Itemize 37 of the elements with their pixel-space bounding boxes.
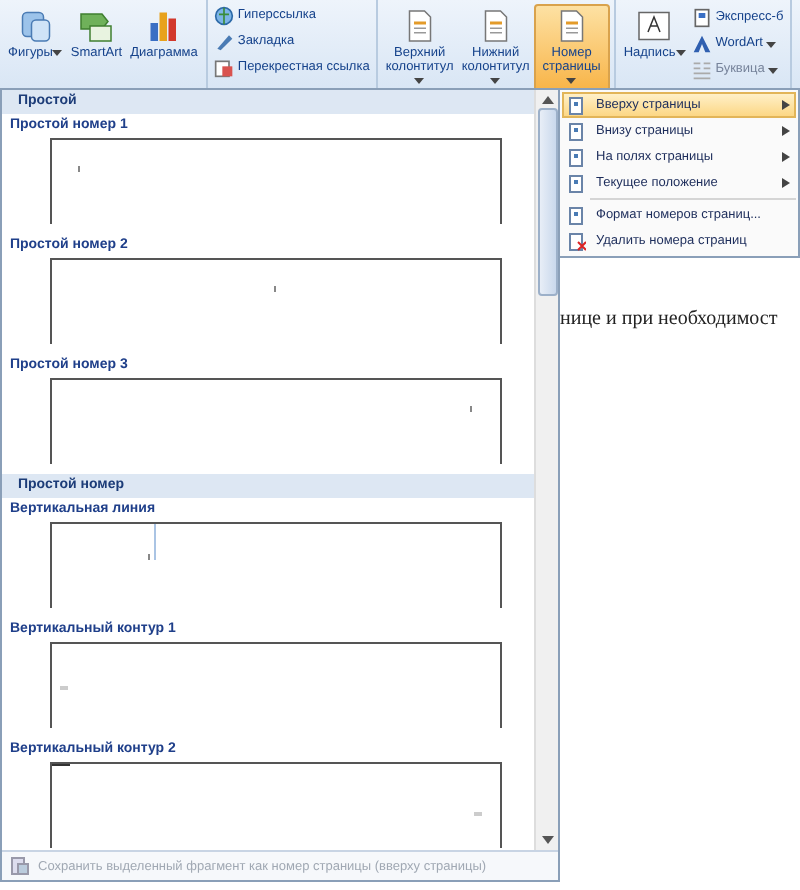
page-icon	[10, 856, 30, 876]
caret-icon	[768, 67, 779, 73]
diagram-icon	[78, 8, 115, 44]
submenu-arrow-icon	[782, 126, 790, 136]
page-icon	[568, 95, 586, 115]
document-icon	[691, 8, 712, 28]
shapes-icon	[17, 8, 54, 44]
page-icon	[568, 147, 586, 167]
submenu-arrow-icon	[782, 152, 790, 162]
page-icon	[568, 121, 586, 141]
globe-icon	[213, 6, 234, 26]
page-number-mark	[274, 286, 276, 292]
letter-icon	[691, 34, 712, 54]
document-icon	[213, 58, 234, 78]
page-icon	[568, 205, 586, 225]
page-number-mark	[148, 554, 150, 560]
submenu-arrow-icon	[782, 100, 790, 110]
submenu-arrow-icon	[782, 178, 790, 188]
vertical-line	[154, 524, 156, 560]
bar-chart-icon	[145, 8, 182, 44]
page-number-mark	[470, 406, 472, 412]
document-text: нице и при необходимост	[560, 308, 778, 330]
text-box-icon	[636, 8, 673, 44]
scrollbar[interactable]	[534, 90, 558, 850]
pen-icon	[213, 32, 234, 52]
caret-icon	[766, 41, 777, 47]
page-number-mark	[60, 686, 68, 690]
page-number-mark	[474, 812, 482, 816]
caret-icon	[52, 50, 63, 56]
page-icon	[568, 173, 586, 193]
page-number-mark	[78, 166, 80, 172]
delete-page-icon	[568, 231, 586, 251]
header-rule	[52, 764, 70, 766]
lines-icon	[691, 60, 712, 80]
caret-icon	[675, 50, 686, 56]
scroll-thumb[interactable]	[537, 108, 557, 296]
scroll-down-icon[interactable]	[541, 836, 553, 844]
